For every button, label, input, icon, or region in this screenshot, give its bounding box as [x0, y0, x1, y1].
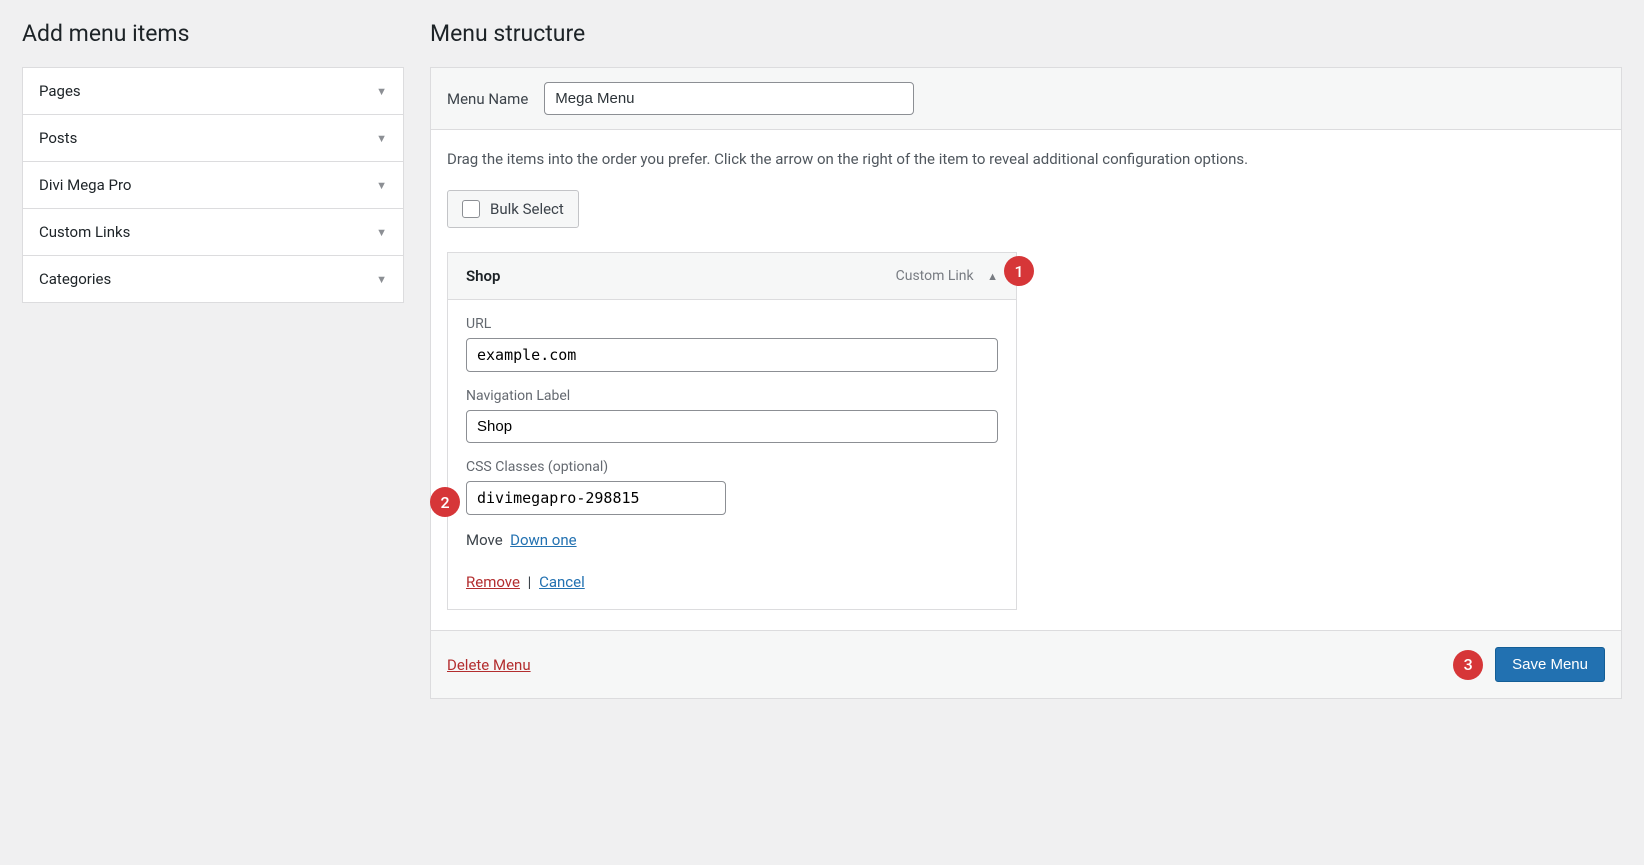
css-classes-label: CSS Classes (optional) — [466, 459, 998, 475]
annotation-badge-1: 1 — [1004, 256, 1034, 286]
delete-menu-link[interactable]: Delete Menu — [447, 656, 531, 674]
menu-instructions: Drag the items into the order you prefer… — [447, 150, 1605, 168]
caret-down-icon: ▼ — [376, 179, 387, 192]
menu-item-shop: 1 Shop Custom Link ▲ URL — [447, 252, 1017, 610]
accordion-label: Pages — [39, 82, 81, 100]
separator: | — [528, 573, 532, 591]
menu-item-header[interactable]: Shop Custom Link ▲ — [448, 253, 1016, 300]
save-menu-button[interactable]: Save Menu — [1495, 647, 1605, 682]
accordion-categories[interactable]: Categories ▼ — [23, 256, 403, 302]
move-label: Move — [466, 531, 503, 549]
nav-label-input[interactable] — [466, 410, 998, 443]
bulk-select-label: Bulk Select — [490, 200, 564, 218]
caret-down-icon: ▼ — [376, 273, 387, 286]
remove-link[interactable]: Remove — [466, 573, 520, 591]
caret-down-icon: ▼ — [376, 85, 387, 98]
caret-down-icon: ▼ — [376, 132, 387, 145]
accordion-posts[interactable]: Posts ▼ — [23, 115, 403, 162]
accordion-label: Custom Links — [39, 223, 130, 241]
cancel-link[interactable]: Cancel — [539, 573, 585, 591]
accordion-label: Categories — [39, 270, 111, 288]
accordion-divi-mega-pro[interactable]: Divi Mega Pro ▼ — [23, 162, 403, 209]
annotation-badge-2: 2 — [430, 487, 460, 517]
menu-item-title: Shop — [466, 267, 500, 285]
menu-name-input[interactable] — [544, 82, 914, 115]
menu-structure-title: Menu structure — [430, 20, 1622, 47]
accordion-pages[interactable]: Pages ▼ — [23, 68, 403, 115]
accordion-label: Divi Mega Pro — [39, 176, 131, 194]
caret-up-icon: ▲ — [987, 270, 998, 283]
accordion-custom-links[interactable]: Custom Links ▼ — [23, 209, 403, 256]
annotation-badge-3: 3 — [1453, 650, 1483, 680]
move-down-one-link[interactable]: Down one — [510, 531, 576, 549]
css-classes-input[interactable] — [466, 481, 726, 515]
menu-name-label: Menu Name — [447, 90, 528, 108]
nav-label-label: Navigation Label — [466, 388, 998, 404]
add-menu-accordion: Pages ▼ Posts ▼ Divi Mega Pro ▼ Custom L… — [22, 67, 404, 303]
url-label: URL — [466, 316, 998, 332]
caret-down-icon: ▼ — [376, 226, 387, 239]
accordion-label: Posts — [39, 129, 77, 147]
url-input[interactable] — [466, 338, 998, 372]
add-menu-items-title: Add menu items — [22, 20, 404, 47]
menu-item-type: Custom Link — [896, 268, 974, 284]
bulk-select-checkbox[interactable] — [462, 200, 480, 218]
bulk-select-box[interactable]: Bulk Select — [447, 190, 579, 228]
menu-panel: Menu Name Drag the items into the order … — [430, 67, 1622, 699]
